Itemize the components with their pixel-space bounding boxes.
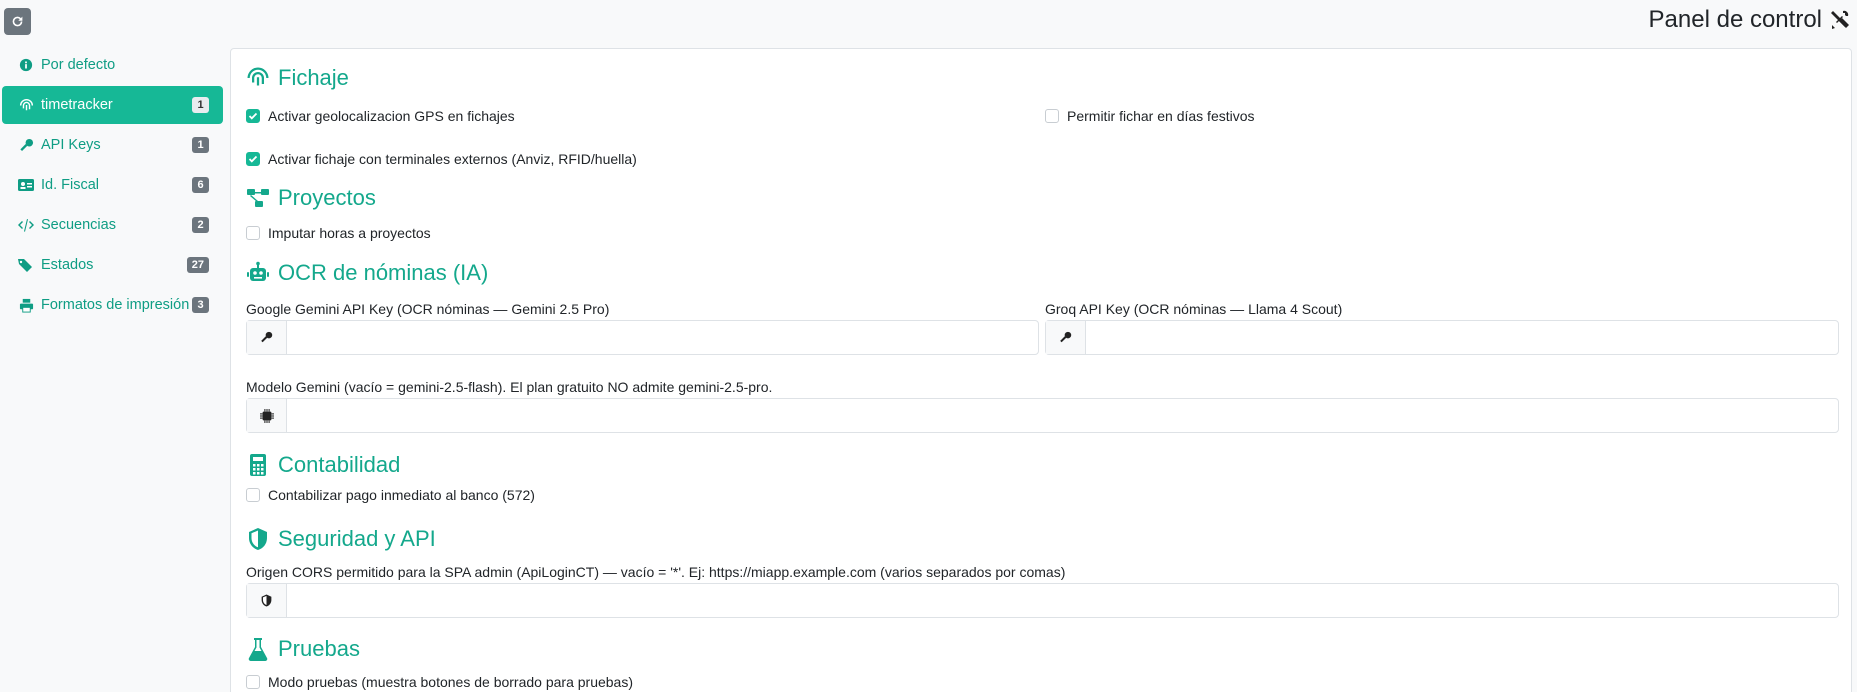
gemini-key-group: [246, 320, 1039, 355]
printer-icon: [18, 297, 34, 313]
key-icon: [18, 137, 34, 153]
count-badge: 6: [192, 177, 209, 193]
cors-group: [246, 583, 1839, 618]
count-badge: 27: [186, 257, 209, 273]
gps-checkbox[interactable]: [246, 109, 260, 123]
section-contabilidad-title: Contabilidad: [246, 452, 400, 478]
cors-label: Origen CORS permitido para la SPA admin …: [246, 564, 1066, 580]
sidebar-item-label: Secuencias: [41, 217, 116, 233]
pago-checkbox[interactable]: [246, 488, 260, 502]
pruebas-checkbox-row: Modo pruebas (muestra botones de borrado…: [246, 674, 633, 690]
count-badge: 2: [192, 217, 209, 233]
imputar-checkbox-row: Imputar horas a proyectos: [246, 225, 431, 241]
terminales-checkbox[interactable]: [246, 152, 260, 166]
sidebar-item-label: Por defecto: [41, 57, 116, 73]
gps-checkbox-row: Activar geolocalizacion GPS en fichajes: [246, 108, 515, 124]
sidebar-item-secuencias[interactable]: Secuencias 2: [2, 206, 223, 244]
sidebar-item-label: API Keys: [41, 137, 101, 153]
section-proyectos-title: Proyectos: [246, 185, 376, 211]
sidebar-item-estados[interactable]: Estados 27: [2, 246, 223, 284]
pruebas-checkbox-label: Modo pruebas (muestra botones de borrado…: [268, 674, 633, 690]
microchip-icon: [247, 399, 287, 432]
pago-checkbox-row: Contabilizar pago inmediato al banco (57…: [246, 487, 535, 503]
fingerprint-icon: [18, 97, 34, 113]
info-icon: [18, 57, 34, 73]
festivos-checkbox-row: Permitir fichar en días festivos: [1045, 108, 1255, 124]
imputar-checkbox-label: Imputar horas a proyectos: [268, 225, 431, 241]
refresh-button[interactable]: [4, 8, 31, 35]
sidebar-item-formatos[interactable]: Formatos de impresión 3: [2, 286, 223, 324]
tools-icon: [1831, 10, 1849, 29]
section-title-text: Seguridad y API: [278, 526, 436, 551]
id-card-icon: [18, 177, 34, 193]
count-badge: 1: [192, 137, 209, 153]
tags-icon: [18, 257, 34, 273]
flask-icon: [246, 637, 270, 661]
project-diagram-icon: [246, 186, 270, 210]
terminales-checkbox-row: Activar fichaje con terminales externos …: [246, 151, 637, 167]
settings-panel: Fichaje Activar geolocalizacion GPS en f…: [230, 48, 1852, 692]
page-title: Panel de control: [1649, 6, 1852, 34]
section-pruebas-title: Pruebas: [246, 636, 360, 662]
section-ocr-title: OCR de nóminas (IA): [246, 260, 488, 286]
shield-icon: [246, 527, 270, 551]
sidebar-item-label: Id. Fiscal: [41, 177, 100, 193]
fingerprint-icon: [246, 66, 270, 90]
section-title-text: Pruebas: [278, 636, 360, 661]
modelo-label: Modelo Gemini (vacío = gemini-2.5-flash)…: [246, 379, 773, 395]
gps-checkbox-label: Activar geolocalizacion GPS en fichajes: [268, 108, 515, 124]
sidebar-item-label: Estados: [41, 257, 94, 273]
groq-key-label: Groq API Key (OCR nóminas — Llama 4 Scou…: [1045, 301, 1343, 317]
cors-input[interactable]: [287, 584, 1838, 617]
sidebar: Por defecto timetracker 1 API Keys 1 Id.…: [2, 46, 223, 326]
sidebar-item-api-keys[interactable]: API Keys 1: [2, 126, 223, 164]
page-title-text: Panel de control: [1648, 6, 1822, 33]
calculator-icon: [246, 453, 270, 477]
count-badge: 3: [192, 297, 209, 313]
sidebar-item-id-fiscal[interactable]: Id. Fiscal 6: [2, 166, 223, 204]
section-seguridad-title: Seguridad y API: [246, 526, 436, 552]
robot-icon: [246, 261, 270, 285]
pruebas-checkbox[interactable]: [246, 675, 260, 689]
count-badge: 1: [192, 97, 209, 113]
key-icon: [1046, 321, 1086, 354]
groq-key-input[interactable]: [1086, 321, 1838, 354]
section-fichaje-title: Fichaje: [246, 65, 349, 91]
section-title-text: Contabilidad: [278, 452, 401, 477]
sidebar-item-label: timetracker: [41, 97, 113, 113]
groq-key-group: [1045, 320, 1839, 355]
sidebar-item-timetracker[interactable]: timetracker 1: [2, 86, 223, 124]
pago-checkbox-label: Contabilizar pago inmediato al banco (57…: [268, 487, 535, 503]
section-title-text: OCR de nóminas (IA): [278, 260, 489, 285]
shield-icon: [247, 584, 287, 617]
festivos-checkbox-label: Permitir fichar en días festivos: [1067, 108, 1255, 124]
imputar-checkbox[interactable]: [246, 226, 260, 240]
refresh-icon: [12, 16, 23, 27]
code-icon: [18, 217, 34, 233]
section-title-text: Fichaje: [278, 65, 349, 90]
modelo-group: [246, 398, 1839, 433]
section-title-text: Proyectos: [278, 185, 376, 210]
gemini-key-label: Google Gemini API Key (OCR nóminas — Gem…: [246, 301, 610, 317]
festivos-checkbox[interactable]: [1045, 109, 1059, 123]
key-icon: [247, 321, 287, 354]
modelo-input[interactable]: [287, 399, 1838, 432]
terminales-checkbox-label: Activar fichaje con terminales externos …: [268, 151, 637, 167]
gemini-key-input[interactable]: [287, 321, 1038, 354]
sidebar-item-por-defecto[interactable]: Por defecto: [2, 46, 223, 84]
sidebar-item-label: Formatos de impresión: [41, 297, 190, 313]
